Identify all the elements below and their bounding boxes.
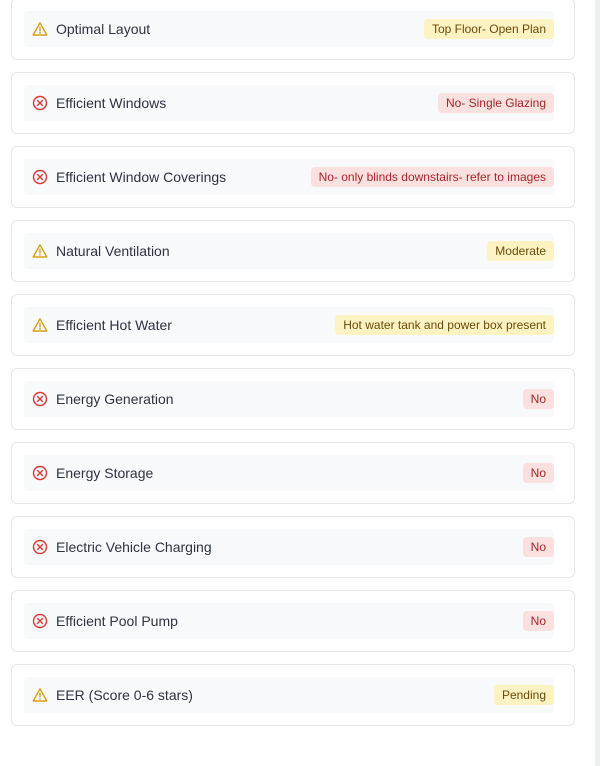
- feature-card: Efficient Window Coverings No- only blin…: [11, 146, 575, 208]
- scrollbar-track[interactable]: [595, 0, 600, 766]
- status-badge: Pending: [493, 685, 554, 705]
- status-badge: Top Floor- Open Plan: [423, 19, 554, 39]
- feature-row: Efficient Pool Pump No: [24, 603, 554, 639]
- status-badge: No: [522, 611, 554, 631]
- feature-card: Optimal Layout Top Floor- Open Plan: [11, 0, 575, 60]
- feature-card: Efficient Pool Pump No: [11, 590, 575, 652]
- warning-triangle-icon: [32, 317, 48, 333]
- feature-card: Natural Ventilation Moderate: [11, 220, 575, 282]
- feature-label: Efficient Windows: [56, 95, 167, 111]
- status-badge: No- only blinds downstairs- refer to ima…: [310, 167, 554, 187]
- status-badge: No: [522, 389, 554, 409]
- feature-label: Energy Generation: [56, 391, 174, 407]
- x-circle-icon: [32, 169, 48, 185]
- status-badge: No- Single Glazing: [437, 93, 554, 113]
- x-circle-icon: [32, 539, 48, 555]
- feature-row: Efficient Window Coverings No- only blin…: [24, 159, 554, 195]
- feature-card: Energy Storage No: [11, 442, 575, 504]
- feature-row: Efficient Windows No- Single Glazing: [24, 85, 554, 121]
- feature-row: Energy Storage No: [24, 455, 554, 491]
- warning-triangle-icon: [32, 243, 48, 259]
- feature-card: Efficient Hot Water Hot water tank and p…: [11, 294, 575, 356]
- feature-card: EER (Score 0-6 stars) Pending: [11, 664, 575, 726]
- feature-label: Energy Storage: [56, 465, 154, 481]
- feature-card: Electric Vehicle Charging No: [11, 516, 575, 578]
- warning-triangle-icon: [32, 21, 48, 37]
- feature-card: Energy Generation No: [11, 368, 575, 430]
- feature-row: Electric Vehicle Charging No: [24, 529, 554, 565]
- feature-label: EER (Score 0-6 stars): [56, 687, 193, 703]
- status-badge: Hot water tank and power box present: [335, 315, 554, 335]
- feature-row: Optimal Layout Top Floor- Open Plan: [24, 11, 554, 47]
- feature-label: Efficient Pool Pump: [56, 613, 178, 629]
- feature-row: Efficient Hot Water Hot water tank and p…: [24, 307, 554, 343]
- feature-label: Optimal Layout: [56, 21, 151, 37]
- feature-card: Efficient Windows No- Single Glazing: [11, 72, 575, 134]
- status-badge: Moderate: [487, 241, 554, 261]
- feature-label: Efficient Window Coverings: [56, 169, 227, 185]
- status-badge: No: [522, 537, 554, 557]
- feature-row: EER (Score 0-6 stars) Pending: [24, 677, 554, 713]
- warning-triangle-icon: [32, 687, 48, 703]
- status-badge: No: [522, 463, 554, 483]
- x-circle-icon: [32, 391, 48, 407]
- feature-row: Natural Ventilation Moderate: [24, 233, 554, 269]
- feature-label: Natural Ventilation: [56, 243, 170, 259]
- feature-row: Energy Generation No: [24, 381, 554, 417]
- x-circle-icon: [32, 465, 48, 481]
- feature-checklist: Optimal Layout Top Floor- Open Plan Effi…: [11, 0, 575, 738]
- feature-label: Electric Vehicle Charging: [56, 539, 212, 555]
- x-circle-icon: [32, 95, 48, 111]
- x-circle-icon: [32, 613, 48, 629]
- feature-label: Efficient Hot Water: [56, 317, 172, 333]
